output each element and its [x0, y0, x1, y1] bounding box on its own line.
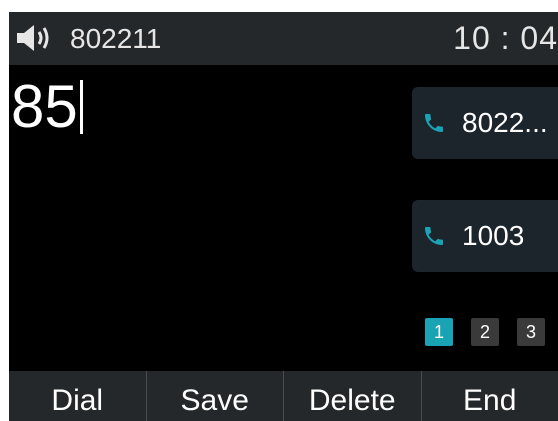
dialed-digits: 85: [11, 73, 78, 140]
contact-suggestion-1[interactable]: 8022...: [412, 87, 558, 159]
dial-button[interactable]: Dial: [9, 371, 147, 421]
page-2[interactable]: 2: [471, 318, 499, 346]
end-button[interactable]: End: [422, 371, 558, 421]
save-button[interactable]: Save: [147, 371, 284, 421]
contact-suggestion-2[interactable]: 1003: [412, 200, 558, 272]
contact-number: 8022...: [462, 107, 548, 138]
delete-button[interactable]: Delete: [284, 371, 422, 421]
contact-number: 1003: [462, 220, 525, 251]
page-indicator: 1 2 3: [425, 318, 545, 346]
phone-screen: 802211 10 : 04 85 8022... 1003 1 2 3 Dia…: [9, 12, 558, 421]
status-bar: 802211 10 : 04: [9, 12, 558, 65]
phone-icon: [425, 227, 443, 245]
phone-icon: [425, 114, 443, 132]
text-caret: [79, 80, 83, 134]
softkey-bar: Dial Save Delete End: [9, 371, 558, 421]
page-3[interactable]: 3: [517, 318, 545, 346]
clock-time: 10 : 04: [453, 20, 558, 56]
account-number: 802211: [70, 23, 162, 54]
dial-input-field[interactable]: 85: [11, 74, 83, 140]
page-1[interactable]: 1: [425, 318, 453, 346]
speaker-volume-icon: [17, 25, 49, 51]
